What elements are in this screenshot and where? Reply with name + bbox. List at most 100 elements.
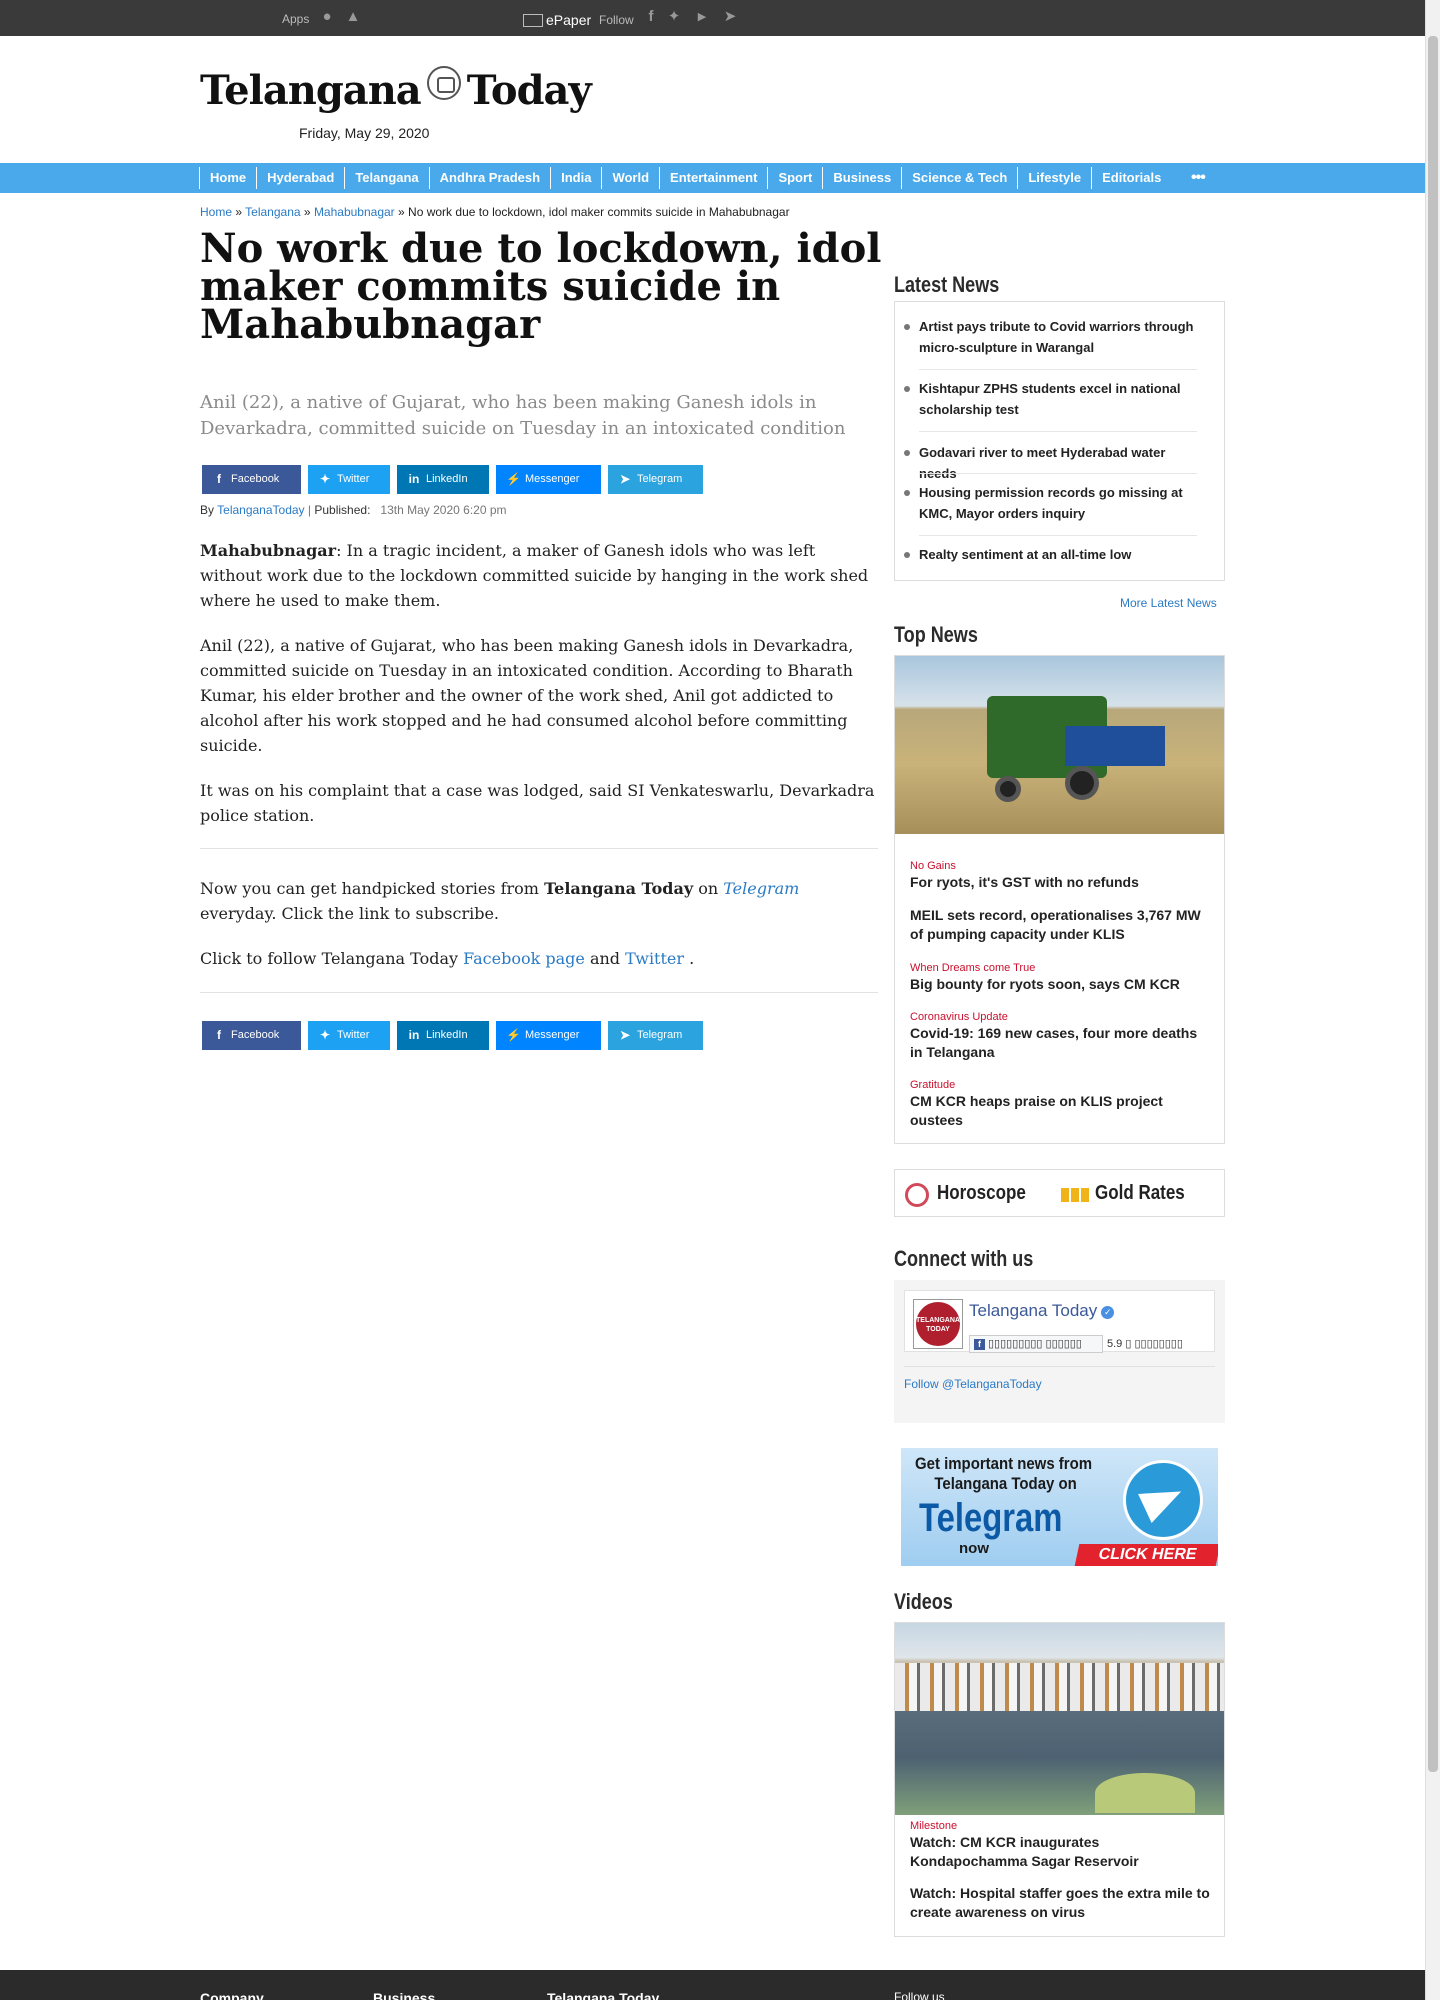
more-menu-icon[interactable]: ••• <box>1191 170 1206 186</box>
share-twitter-label: Twitter <box>337 1029 370 1041</box>
facebook-like-button[interactable]: f ▯▯▯▯▯▯▯▯▯ ▯▯▯▯▯▯ <box>969 1335 1103 1353</box>
nav-home[interactable]: Home <box>199 167 256 189</box>
news-tag: Coronavirus Update <box>910 1011 1008 1023</box>
twitter-icon: ✦ <box>319 1028 331 1042</box>
telegram-icon: ➤ <box>619 472 631 486</box>
news-title: Watch: CM KCR inaugurates Kondapochamma … <box>910 1834 1139 1869</box>
latest-news-item[interactable]: Godavari river to meet Hyderabad water n… <box>904 442 1199 484</box>
horoscope-gold-widget: Horoscope Gold Rates <box>894 1169 1225 1217</box>
horoscope-link[interactable]: Horoscope <box>937 1182 1026 1205</box>
nav-editorials[interactable]: Editorials <box>1091 167 1171 189</box>
connect-heading: Connect with us <box>894 1246 1034 1271</box>
promo-line-1: Get important news from <box>915 1454 1093 1473</box>
epaper-link[interactable]: ePaper <box>523 12 591 28</box>
videos-box: Milestone Watch: CM KCR inaugurates Konda… <box>894 1622 1225 1937</box>
news-tag: Milestone <box>910 1820 958 1832</box>
logo-text-right: Today <box>466 67 592 114</box>
share-facebook-button[interactable]: f Facebook <box>202 465 301 494</box>
nav-entertainment[interactable]: Entertainment <box>659 167 767 189</box>
more-latest-news-link[interactable]: More Latest News <box>1120 596 1217 610</box>
footer-company: Company <box>200 1990 264 2000</box>
nav-lifestyle[interactable]: Lifestyle <box>1017 167 1091 189</box>
avatar-text: TELANGANA TODAY <box>916 1302 960 1346</box>
promo-text: and <box>584 949 626 968</box>
video-thumbnail[interactable] <box>895 1623 1224 1815</box>
top-news-item[interactable]: Coronavirus Update Covid-19: 169 new case… <box>910 1010 1210 1062</box>
nav-world[interactable]: World <box>601 167 659 189</box>
latest-news-item[interactable]: Kishtapur ZPHS students excel in nationa… <box>904 378 1199 420</box>
latest-news-item[interactable]: Realty sentiment at an all-time low <box>904 544 1199 565</box>
promo-now: now <box>959 1540 989 1557</box>
facebook-page-name[interactable]: Telangana Today ✓ <box>969 1301 1115 1321</box>
nav-sport[interactable]: Sport <box>767 167 822 189</box>
linkedin-icon: in <box>408 1028 420 1042</box>
share-twitter-button[interactable]: ✦ Twitter <box>308 1021 390 1050</box>
share-facebook-label: Facebook <box>231 1029 280 1041</box>
nav-india[interactable]: India <box>550 167 601 189</box>
divider <box>200 992 878 993</box>
divider <box>919 535 1197 536</box>
share-telegram-button[interactable]: ➤ Telegram <box>608 1021 703 1050</box>
main-nav: Home Hyderabad Telangana Andhra Pradesh … <box>0 163 1425 193</box>
article-paragraph: Mahabubnagar: In a tragic incident, a ma… <box>200 538 880 613</box>
share-linkedin-button[interactable]: in LinkedIn <box>397 465 489 494</box>
latest-news-item[interactable]: Artist pays tribute to Covid warriors th… <box>904 316 1199 358</box>
nav-andhra-pradesh[interactable]: Andhra Pradesh <box>428 167 550 189</box>
page-scrollbar[interactable] <box>1425 0 1440 2000</box>
latest-news-item[interactable]: Housing permission records go missing at… <box>904 482 1199 524</box>
breadcrumb-telangana[interactable]: Telangana <box>245 205 300 219</box>
epaper-icon <box>523 14 543 27</box>
youtube-icon[interactable]: ▶ <box>694 9 710 25</box>
page-avatar[interactable]: TELANGANA TODAY <box>913 1299 963 1349</box>
telegram-link[interactable]: Telegram <box>723 879 799 898</box>
share-messenger-button[interactable]: ⚡ Messenger <box>496 465 601 494</box>
breadcrumb-home[interactable]: Home <box>200 205 232 219</box>
telegram-promo-banner[interactable]: Get important news from Telangana Today o… <box>901 1448 1218 1566</box>
android-icon[interactable]: ▲ <box>345 9 361 25</box>
share-twitter-label: Twitter <box>337 473 370 485</box>
nav-science-tech[interactable]: Science & Tech <box>901 167 1017 189</box>
trailer-shape <box>1065 726 1165 766</box>
facebook-icon: f <box>217 1028 221 1042</box>
promo-text: Now you can get handpicked stories from <box>200 879 545 898</box>
scrollbar-thumb[interactable] <box>1428 36 1438 1772</box>
twitter-follow-link[interactable]: Follow @TelanganaToday <box>904 1377 1042 1391</box>
facebook-page-link[interactable]: Facebook page <box>463 949 585 968</box>
news-title: Big bounty for ryots soon, says CM KCR <box>910 976 1180 992</box>
share-twitter-button[interactable]: ✦ Twitter <box>308 465 390 494</box>
click-here-button[interactable]: CLICK HERE <box>1074 1544 1218 1566</box>
twitter-link[interactable]: Twitter <box>625 949 684 968</box>
share-facebook-button[interactable]: f Facebook <box>202 1021 301 1050</box>
top-news-heading: Top News <box>894 622 978 647</box>
video-item[interactable]: Milestone Watch: CM KCR inaugurates Konda… <box>910 1819 1210 1871</box>
twitter-icon[interactable]: ✦ <box>666 9 682 25</box>
top-news-item[interactable]: No Gains For ryots, it's GST with no refu… <box>910 859 1210 892</box>
nav-business[interactable]: Business <box>822 167 901 189</box>
top-news-item[interactable]: When Dreams come True Big bounty for ryot… <box>910 961 1210 994</box>
footer-follow: Follow us <box>894 1990 945 2000</box>
apple-icon[interactable]: ● <box>319 9 335 25</box>
share-telegram-button[interactable]: ➤ Telegram <box>608 465 703 494</box>
video-item[interactable]: Watch: Hospital staffer goes the extra m… <box>910 1884 1210 1922</box>
gold-rates-link[interactable]: Gold Rates <box>1095 1182 1185 1205</box>
latest-news-heading: Latest News <box>894 272 1000 297</box>
top-news-photo[interactable] <box>895 656 1224 834</box>
share-linkedin-label: LinkedIn <box>426 1029 468 1041</box>
nav-hyderabad[interactable]: Hyderabad <box>256 167 344 189</box>
telegram-icon[interactable]: ➤ <box>722 9 738 25</box>
promo-line-2: Telangana Today on <box>934 1474 1077 1493</box>
footer-brand: Telangana Today <box>547 1990 660 2000</box>
latest-news-box: Artist pays tribute to Covid warriors th… <box>894 301 1225 581</box>
top-news-item[interactable]: Gratitude CM KCR heaps praise on KLIS pro… <box>910 1078 1210 1130</box>
breadcrumb-mahabubnagar[interactable]: Mahabubnagar <box>314 205 395 219</box>
byline-author-link[interactable]: TelanganaToday <box>217 503 304 517</box>
share-linkedin-button[interactable]: in LinkedIn <box>397 1021 489 1050</box>
news-tag: No Gains <box>910 860 956 872</box>
site-logo[interactable]: Telangana Today <box>200 66 592 114</box>
share-messenger-button[interactable]: ⚡ Messenger <box>496 1021 601 1050</box>
facebook-icon[interactable]: f <box>643 9 659 25</box>
article-dateline: Mahabubnagar <box>200 541 337 560</box>
nav-telangana[interactable]: Telangana <box>344 167 428 189</box>
top-news-item[interactable]: MEIL sets record, operationalises 3,767 … <box>910 906 1210 944</box>
article-paragraph: Anil (22), a native of Gujarat, who has … <box>200 636 854 755</box>
